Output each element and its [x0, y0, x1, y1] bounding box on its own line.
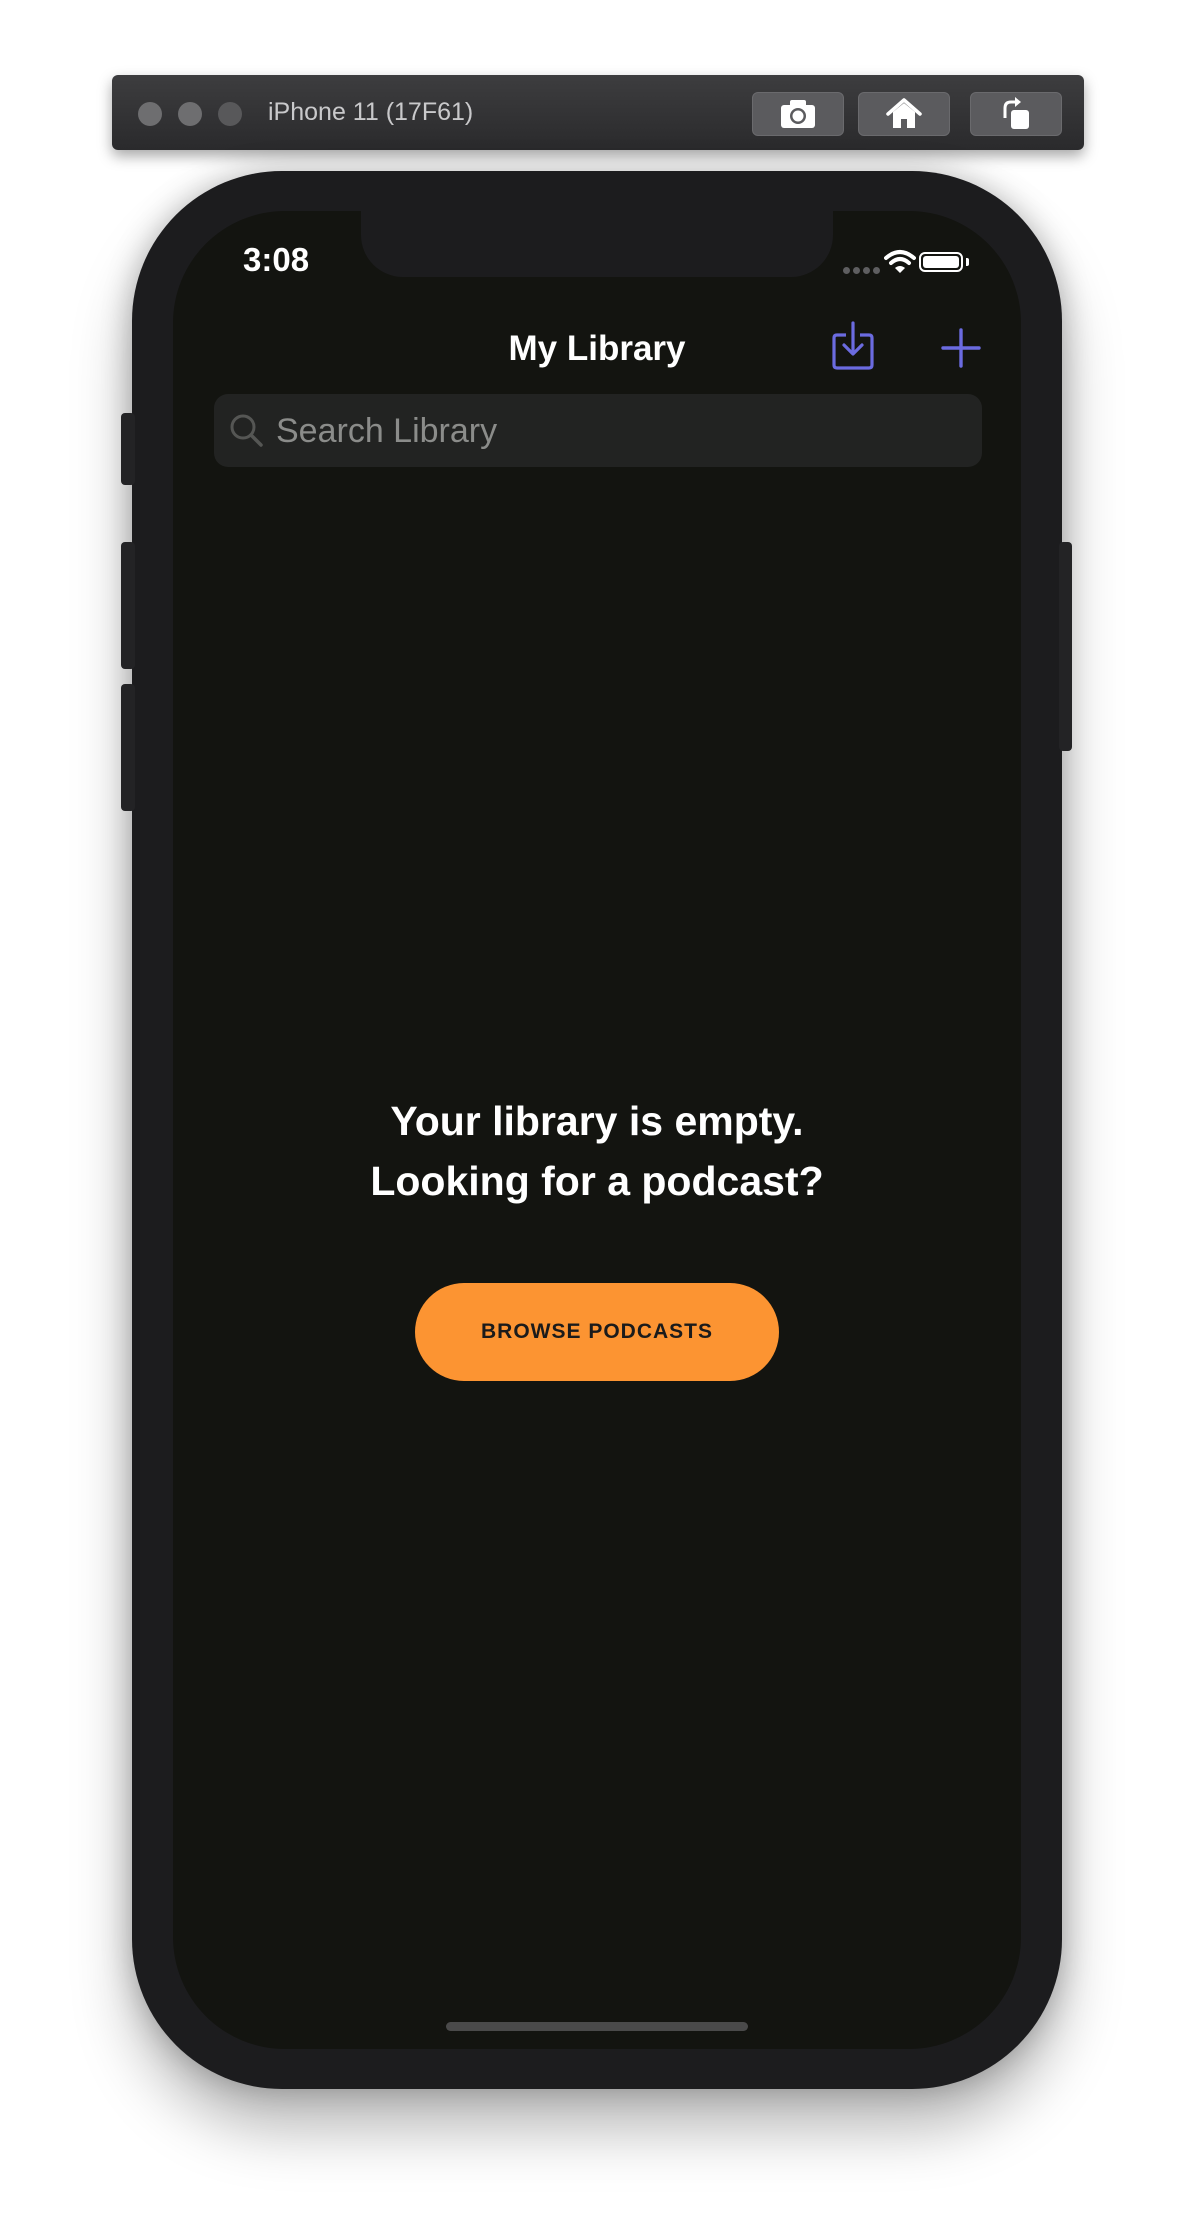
- battery-icon: [919, 252, 963, 272]
- home-icon: [886, 98, 922, 128]
- home-indicator[interactable]: [446, 2022, 748, 2031]
- screenshot-button[interactable]: [752, 92, 844, 136]
- battery-tip: [966, 258, 969, 266]
- screenshot-icon: [781, 100, 815, 128]
- plus-icon: [941, 328, 981, 368]
- wifi-icon: [884, 250, 916, 273]
- empty-state-message: Your library is empty. Looking for a pod…: [173, 1091, 1021, 1211]
- notch: [361, 211, 833, 277]
- rotate-button[interactable]: [970, 92, 1062, 136]
- rotate-icon: [1003, 97, 1029, 129]
- power-button: [1059, 542, 1072, 751]
- search-icon: [230, 414, 263, 447]
- search-input[interactable]: [274, 394, 968, 469]
- zoom-window-dot[interactable]: [218, 102, 242, 126]
- silent-switch: [121, 413, 135, 485]
- minimize-window-dot[interactable]: [178, 102, 202, 126]
- browse-podcasts-button[interactable]: BROWSE PODCASTS: [415, 1283, 779, 1381]
- volume-down-button: [121, 684, 135, 811]
- empty-state-line-1: Your library is empty.: [390, 1098, 804, 1144]
- volume-up-button: [121, 542, 135, 669]
- close-window-dot[interactable]: [138, 102, 162, 126]
- simulator-toolbar: iPhone 11 (17F61): [112, 75, 1084, 150]
- simulator-device-title: iPhone 11 (17F61): [268, 98, 474, 126]
- status-icons: [843, 249, 993, 279]
- search-bar[interactable]: [214, 394, 982, 469]
- download-tray-icon: [832, 321, 874, 370]
- home-button[interactable]: [858, 92, 950, 136]
- phone-screen: 3:08 My Library Search Library Your libr…: [173, 211, 1021, 2049]
- page-title: My Library: [508, 329, 686, 368]
- download-button[interactable]: [831, 321, 875, 371]
- status-time: 3:08: [243, 241, 310, 278]
- add-button[interactable]: [941, 328, 981, 368]
- empty-state-line-2: Looking for a podcast?: [370, 1158, 824, 1204]
